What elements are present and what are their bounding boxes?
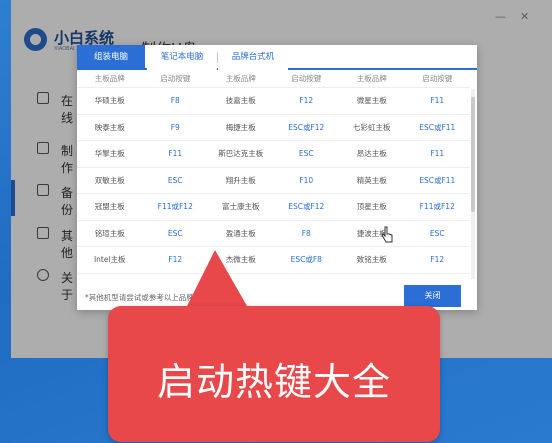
key-cell: ESC: [429, 228, 445, 238]
key-cell: ESC: [167, 228, 183, 238]
hand-cursor-icon: [381, 226, 393, 243]
brand-cell: 华硕主板: [94, 96, 125, 105]
table-header: 主板品牌 启动按键 主板品牌 启动按键 主板品牌 启动按键: [77, 70, 470, 88]
key-cell: ESC或F12: [288, 202, 325, 211]
scrollbar-thumb[interactable]: [471, 97, 475, 212]
table-row: 华擎主板 F11 斯巴达克主板 ESC 昂达主板 F11: [77, 141, 470, 168]
brand-cell: 微星主板: [356, 96, 387, 105]
key-cell: ESC或F11: [419, 122, 456, 132]
key-cell: ESC: [298, 149, 314, 158]
brand-cell: 翔升主板: [225, 175, 256, 185]
brand-cell: 昂达主板: [356, 149, 387, 158]
brand-cell: 华擎主板: [94, 149, 125, 158]
header-cell: 主板品牌: [94, 74, 125, 83]
brand-cell: 映泰主板: [94, 122, 125, 132]
tab-laptop[interactable]: 笔记本电脑: [147, 45, 217, 70]
table-row: 华硕主板 F8 技嘉主板 F12 微星主板 F11: [77, 88, 470, 115]
brand-cell: 七彩虹主板: [353, 122, 391, 132]
key-cell: F12: [299, 96, 314, 105]
key-cell: F11或F12: [157, 202, 193, 211]
key-cell: F8: [301, 228, 311, 238]
brand-cell: 技嘉主板: [225, 96, 256, 105]
key-cell: F11: [168, 149, 183, 158]
callout-banner: 启动热键大全: [108, 306, 440, 442]
callout-text: 启动热键大全: [156, 360, 391, 404]
key-cell: F8: [170, 96, 180, 105]
brand-cell: 斯巴达克主板: [218, 149, 264, 158]
header-cell: 启动按键: [160, 74, 191, 83]
key-cell: F11或F12: [419, 202, 455, 211]
brand-cell: 致铭主板: [356, 255, 387, 264]
key-cell: F10: [299, 175, 314, 185]
tab-bar: 组装电脑 笔记本电脑 品牌台式机: [77, 45, 477, 70]
brand-cell: 顶星主板: [356, 202, 387, 211]
key-cell: F12: [430, 255, 445, 264]
key-cell: F9: [170, 122, 180, 132]
table-row: Intel主板 F12 杰微主板 ESC或F8 致铭主板 F12: [77, 247, 470, 274]
table-row: 铭瑄主板 ESC 盈通主板 F8 捷波主板 ESC: [77, 221, 470, 247]
hotkey-dialog: 组装电脑 笔记本电脑 品牌台式机 主板品牌 启动按键 主板品牌 启动按键 主板品…: [77, 45, 477, 310]
key-cell: ESC或F11: [419, 175, 456, 185]
tab-brand-desktop[interactable]: 品牌台式机: [218, 45, 288, 70]
table-row: 双敏主板 ESC 翔升主板 F10 精英主板 ESC或F11: [77, 168, 470, 194]
brand-cell: 精英主板: [356, 175, 387, 185]
header-cell: 启动按键: [422, 74, 453, 83]
key-cell: ESC或F8: [290, 255, 322, 264]
brand-cell: Intel主板: [93, 255, 126, 264]
brand-cell: 富士康主板: [222, 202, 260, 211]
brand-cell: 捷波主板: [356, 228, 387, 238]
brand-cell: 盈通主板: [225, 228, 256, 238]
brand-cell: 冠盟主板: [94, 202, 125, 211]
key-cell: ESC: [167, 175, 183, 185]
key-cell: F11: [430, 149, 445, 158]
key-cell: F11: [430, 96, 445, 105]
footnote: *其他机型请尝试或参考以上品牌常用启动热键: [85, 293, 239, 302]
brand-cell: 杰微主板: [225, 255, 256, 264]
brand-cell: 双敏主板: [94, 175, 125, 185]
tab-assembled-pc[interactable]: 组装电脑: [77, 45, 145, 70]
key-cell: F12: [168, 255, 183, 264]
header-cell: 主板品牌: [225, 74, 256, 83]
table-row: 冠盟主板 F11或F12 富士康主板 ESC或F12 顶星主板 F11或F12: [77, 194, 470, 221]
brand-cell: 梅捷主板: [225, 122, 256, 132]
table-row: 映泰主板 F9 梅捷主板 ESC或F12 七彩虹主板 ESC或F11: [77, 115, 470, 141]
header-cell: 启动按键: [291, 74, 322, 83]
header-cell: 主板品牌: [356, 74, 387, 83]
key-cell: ESC或F12: [288, 122, 325, 132]
close-dialog-button[interactable]: 关闭: [404, 285, 461, 307]
brand-cell: 铭瑄主板: [94, 228, 125, 238]
